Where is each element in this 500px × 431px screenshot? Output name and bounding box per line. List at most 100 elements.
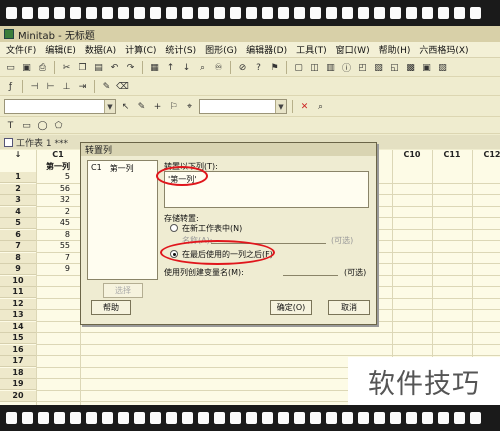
row-header[interactable]: 20	[0, 390, 36, 402]
menu-stat[interactable]: 统计(S)	[165, 43, 196, 56]
arrow-up-icon[interactable]: ↑	[164, 61, 177, 74]
column-header-c1[interactable]: C1	[36, 150, 80, 160]
paste-icon[interactable]: ▤	[92, 61, 105, 74]
arrow-down-icon[interactable]: ↓	[180, 61, 193, 74]
pin-icon[interactable]: ⌖	[183, 100, 196, 113]
column-name-c1[interactable]: 第一列	[36, 161, 80, 172]
menu-file[interactable]: 文件(F)	[6, 43, 36, 56]
menu-window[interactable]: 窗口(W)	[336, 43, 370, 56]
print-icon[interactable]: ⎙	[36, 61, 49, 74]
cell-c1[interactable]: 5	[40, 172, 70, 181]
font-select[interactable]: ▼	[4, 99, 116, 114]
window-icon[interactable]: ▢	[292, 61, 305, 74]
cell-c1[interactable]: 56	[40, 184, 70, 193]
insert-columns-icon[interactable]: ⊥	[60, 80, 73, 93]
row-header[interactable]: 4	[0, 206, 36, 218]
row-header[interactable]: 17	[0, 356, 36, 367]
insert-cells-icon[interactable]: ⊣	[28, 80, 41, 93]
row-header[interactable]: 3	[0, 195, 36, 206]
cancel-button[interactable]: 取消	[328, 300, 370, 315]
row-header[interactable]: 14	[0, 321, 36, 333]
menu-six-sigma[interactable]: 六西格玛(X)	[419, 43, 468, 56]
insert-rows-icon[interactable]: ⊢	[44, 80, 57, 93]
row-header[interactable]: 16	[0, 344, 36, 356]
radio-new-worksheet[interactable]	[170, 224, 178, 232]
row-header[interactable]: 15	[0, 333, 36, 344]
row-header[interactable]: 2	[0, 183, 36, 195]
row-header[interactable]: 8	[0, 252, 36, 264]
cell-c1[interactable]: 45	[40, 218, 70, 227]
style-select[interactable]: ▼	[199, 99, 287, 114]
menu-data[interactable]: 数据(A)	[85, 43, 116, 56]
find-icon[interactable]: ⌕	[196, 61, 209, 74]
manager-icon[interactable]: ▩	[404, 61, 417, 74]
cell-c1[interactable]: 2	[40, 207, 70, 216]
polygon-icon[interactable]: ⬠	[52, 119, 65, 132]
graph-icon[interactable]: ◱	[388, 61, 401, 74]
cancel-icon[interactable]: ⊘	[236, 61, 249, 74]
move-columns-icon[interactable]: ⇥	[76, 80, 89, 93]
help-button[interactable]: 帮助	[91, 300, 131, 315]
row-header[interactable]: 11	[0, 287, 36, 298]
close-all-icon[interactable]: ▨	[436, 61, 449, 74]
ellipse-icon[interactable]: ◯	[36, 119, 49, 132]
row-header[interactable]: 7	[0, 241, 36, 252]
assistant-icon[interactable]: ⚑	[268, 61, 281, 74]
menu-tools[interactable]: 工具(T)	[296, 43, 327, 56]
undo-icon[interactable]: ↶	[108, 61, 121, 74]
row-header[interactable]: 13	[0, 310, 36, 321]
row-header[interactable]: 12	[0, 298, 36, 310]
tile-icon[interactable]: ▥	[324, 61, 337, 74]
zoom-icon[interactable]: ⌕	[314, 100, 327, 113]
open-icon[interactable]: ▭	[4, 61, 17, 74]
menu-help[interactable]: 帮助(H)	[379, 43, 411, 56]
info-icon[interactable]: ⓘ	[340, 61, 353, 74]
ok-button[interactable]: 确定(O)	[270, 300, 312, 315]
select-icon[interactable]: ↖	[119, 100, 132, 113]
column-header-c10[interactable]: C10	[392, 150, 432, 160]
copy-icon[interactable]: ❐	[76, 61, 89, 74]
row-header[interactable]: 1	[0, 172, 36, 183]
menu-editor[interactable]: 编辑器(D)	[246, 43, 287, 56]
plus-icon[interactable]: +	[151, 100, 164, 113]
project-icon[interactable]: ◰	[356, 61, 369, 74]
report-icon[interactable]: ▧	[372, 61, 385, 74]
variable-list[interactable]: C1 第一列	[87, 160, 158, 280]
var-name-field[interactable]	[283, 275, 338, 276]
column-header-c12[interactable]: C12	[472, 150, 500, 160]
help-icon[interactable]: ?	[252, 61, 265, 74]
save-icon[interactable]: ▣	[20, 61, 33, 74]
row-header[interactable]: 19	[0, 379, 36, 390]
layout-icon[interactable]: ▣	[420, 61, 433, 74]
cell-c1[interactable]: 8	[40, 230, 70, 239]
cell-c1[interactable]: 7	[40, 253, 70, 262]
delete-icon[interactable]: ✕	[298, 100, 311, 113]
menu-calc[interactable]: 计算(C)	[125, 43, 156, 56]
row-header[interactable]: 9	[0, 264, 36, 275]
row-header[interactable]: 6	[0, 229, 36, 241]
row-header[interactable]: 10	[0, 275, 36, 287]
menu-edit[interactable]: 编辑(E)	[45, 43, 76, 56]
brush-icon[interactable]: ✎	[100, 80, 113, 93]
row-header[interactable]: 5	[0, 218, 36, 229]
column-header-c11[interactable]: C11	[432, 150, 472, 160]
session-icon[interactable]: ▦	[148, 61, 161, 74]
film-sprocket-hole	[422, 7, 433, 19]
eraser-icon[interactable]: ⌫	[116, 80, 129, 93]
select-button[interactable]: 选择	[103, 283, 143, 298]
rect-icon[interactable]: ▭	[20, 119, 33, 132]
binoculars-icon[interactable]: ♾	[212, 61, 225, 74]
windows-icon[interactable]: ◫	[308, 61, 321, 74]
cell-c1[interactable]: 9	[40, 264, 70, 273]
row-header[interactable]: 18	[0, 367, 36, 379]
cell-c1[interactable]: 32	[40, 195, 70, 204]
flag-icon[interactable]: ⚐	[167, 100, 180, 113]
pen-icon[interactable]: ✎	[135, 100, 148, 113]
variable-list-item[interactable]: C1 第一列	[88, 161, 157, 176]
redo-icon[interactable]: ↷	[124, 61, 137, 74]
cell-c1[interactable]: 55	[40, 241, 70, 250]
menu-graph[interactable]: 图形(G)	[205, 43, 237, 56]
fx-icon[interactable]: ƒ	[4, 80, 17, 93]
cut-icon[interactable]: ✂	[60, 61, 73, 74]
text-icon[interactable]: T	[4, 119, 17, 132]
